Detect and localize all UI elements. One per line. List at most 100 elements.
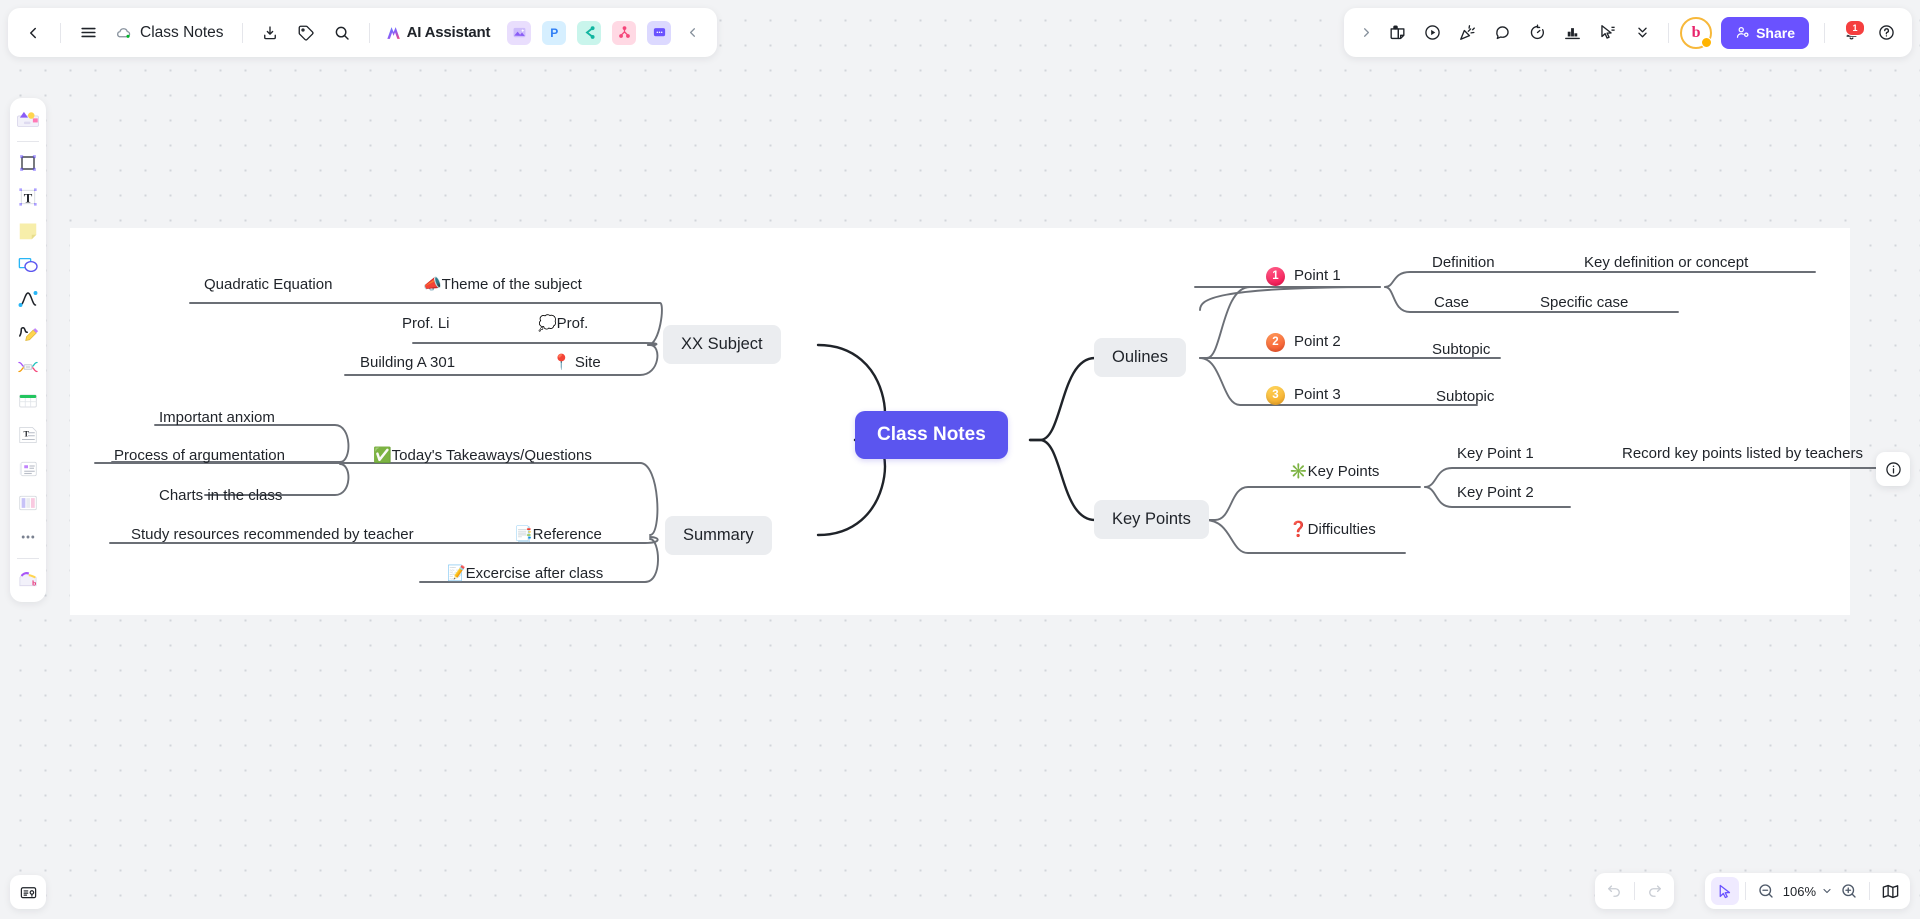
node-difficulties[interactable]: ❓Difficulties	[1285, 520, 1380, 544]
node-prof-li[interactable]: Prof. Li	[398, 314, 454, 338]
party-popper-icon[interactable]	[1450, 16, 1484, 50]
text-tool[interactable]: T	[12, 181, 44, 213]
sticker-library-tool[interactable]	[12, 104, 44, 136]
sticky-note-tool[interactable]	[12, 215, 44, 247]
node-reference[interactable]: 📑Reference	[510, 525, 606, 549]
vote-chart-icon[interactable]	[1555, 16, 1589, 50]
template-library-tool[interactable]: b	[12, 564, 44, 596]
toolbar-divider	[1668, 22, 1670, 43]
node-process-of-argumentation[interactable]: Process of argumentation	[110, 446, 289, 470]
pen-tool[interactable]	[12, 317, 44, 349]
top-toolbar-right: b Share 1	[1344, 8, 1912, 57]
node-key-definition-or-concept[interactable]: Key definition or concept	[1580, 253, 1752, 277]
chevrons-down-icon[interactable]	[1625, 16, 1659, 50]
ai-assistant-button[interactable]: AI Assistant	[380, 16, 497, 50]
zoom-level-label[interactable]: 106%	[1780, 884, 1819, 899]
zoom-out-icon[interactable]	[1752, 877, 1780, 905]
node-point-1[interactable]: 1 Point 1	[1262, 266, 1345, 290]
node-case[interactable]: Case	[1430, 293, 1473, 317]
presentation-mode-icon[interactable]	[10, 875, 46, 909]
node-record-key-points[interactable]: Record key points listed by teachers	[1618, 444, 1867, 468]
avatar[interactable]: b	[1680, 16, 1713, 49]
branch-node-summary[interactable]: Summary	[665, 516, 772, 555]
node-key-points-child[interactable]: ✳️Key Points	[1285, 462, 1383, 486]
node-label: Charts in the class	[159, 487, 283, 504]
node-study-resources[interactable]: Study resources recommended by teacher	[127, 525, 418, 549]
mindmap-app-chip[interactable]	[612, 20, 637, 45]
node-subtopic-point3[interactable]: Subtopic	[1432, 387, 1498, 411]
tag-icon[interactable]	[289, 16, 323, 50]
image-app-chip[interactable]	[507, 20, 532, 45]
cursor-select-icon[interactable]	[1710, 877, 1739, 905]
node-definition[interactable]: Definition	[1428, 253, 1499, 277]
minimap-icon[interactable]	[1876, 877, 1904, 905]
node-label: Subtopic	[1436, 388, 1495, 405]
flow-app-chip[interactable]	[577, 20, 602, 45]
frame-tool[interactable]	[12, 147, 44, 179]
mindmap-canvas[interactable]: Class Notes XX Subject Summary Oulines K…	[0, 0, 1920, 919]
node-quadratic-equation[interactable]: Quadratic Equation	[200, 275, 336, 299]
branch-node-key-points[interactable]: Key Points	[1094, 500, 1209, 539]
node-site[interactable]: 📍 Site	[548, 353, 605, 377]
node-important-anxiom[interactable]: Important anxiom	[155, 408, 279, 432]
connector-line-tool[interactable]	[12, 283, 44, 315]
node-label: Specific case	[1540, 294, 1629, 311]
node-label: 📍 Site	[552, 354, 601, 371]
notification-bell-icon[interactable]: 1	[1834, 16, 1868, 50]
notification-badge: 1	[1845, 19, 1865, 36]
branch-label: XX Subject	[681, 335, 763, 353]
hamburger-menu-icon[interactable]	[71, 16, 105, 50]
comment-app-chip[interactable]	[647, 20, 672, 45]
chevron-down-icon[interactable]	[1819, 877, 1835, 905]
document-title[interactable]: Class Notes	[107, 16, 232, 50]
back-chevron-icon[interactable]	[16, 16, 50, 50]
node-todays-takeaways[interactable]: ✅Today's Takeaways/Questions	[369, 446, 596, 470]
node-building-a-301[interactable]: Building A 301	[356, 353, 459, 377]
node-point-2[interactable]: 2 Point 2	[1262, 332, 1345, 356]
node-charts-in-the-class[interactable]: Charts in the class	[155, 486, 286, 510]
card-tool[interactable]	[12, 453, 44, 485]
redo-icon[interactable]	[1641, 877, 1669, 905]
node-specific-case[interactable]: Specific case	[1536, 293, 1632, 317]
collapse-chevron-icon[interactable]	[675, 16, 709, 50]
share-button[interactable]: Share	[1721, 16, 1809, 49]
shape-tool[interactable]	[12, 249, 44, 281]
expand-chevron-icon[interactable]	[1353, 16, 1379, 50]
node-theme-of-subject[interactable]: 📣Theme of the subject	[419, 275, 586, 299]
table-tool[interactable]	[12, 385, 44, 417]
node-excercise-after-class[interactable]: 📝Excercise after class	[443, 564, 607, 588]
help-question-icon[interactable]	[1869, 16, 1903, 50]
kanban-tool[interactable]	[12, 487, 44, 519]
zoom-in-icon[interactable]	[1835, 877, 1863, 905]
node-key-point-1[interactable]: Key Point 1	[1453, 444, 1538, 468]
node-label: ✅Today's Takeaways/Questions	[373, 447, 592, 464]
document-tool[interactable]: T	[12, 419, 44, 451]
play-circle-icon[interactable]	[1415, 16, 1449, 50]
mindmap-root-node[interactable]: Class Notes	[855, 411, 1008, 459]
node-prof[interactable]: 💭Prof.	[534, 314, 592, 338]
node-label: Record key points listed by teachers	[1622, 445, 1863, 462]
undo-icon[interactable]	[1600, 877, 1628, 905]
node-label: 📑Reference	[514, 526, 602, 543]
mindmap-tool[interactable]	[12, 351, 44, 383]
download-icon[interactable]	[253, 16, 287, 50]
node-label: Key Point 2	[1457, 484, 1534, 501]
comment-bubble-icon[interactable]	[1485, 16, 1519, 50]
node-subtopic-point2[interactable]: Subtopic	[1428, 340, 1494, 364]
sticker-note-icon[interactable]	[1380, 16, 1414, 50]
branch-node-oulines[interactable]: Oulines	[1094, 338, 1186, 377]
cursor-pointer-icon[interactable]	[1590, 16, 1624, 50]
node-point-3[interactable]: 3 Point 3	[1262, 385, 1345, 409]
top-toolbar-left: Class Notes AI Assistant P	[8, 8, 718, 57]
timer-icon[interactable]	[1520, 16, 1554, 50]
presentation-app-chip[interactable]: P	[542, 20, 567, 45]
undo-redo-bar	[1595, 873, 1674, 909]
node-key-point-2[interactable]: Key Point 2	[1453, 483, 1538, 507]
node-label: Key definition or concept	[1584, 254, 1749, 271]
point-number-badge: 2	[1266, 333, 1285, 352]
zoom-bar: 106%	[1704, 873, 1910, 909]
info-circle-icon[interactable]	[1876, 452, 1910, 486]
search-icon[interactable]	[325, 16, 359, 50]
branch-node-xx-subject[interactable]: XX Subject	[663, 325, 781, 364]
more-tools[interactable]	[12, 521, 44, 553]
